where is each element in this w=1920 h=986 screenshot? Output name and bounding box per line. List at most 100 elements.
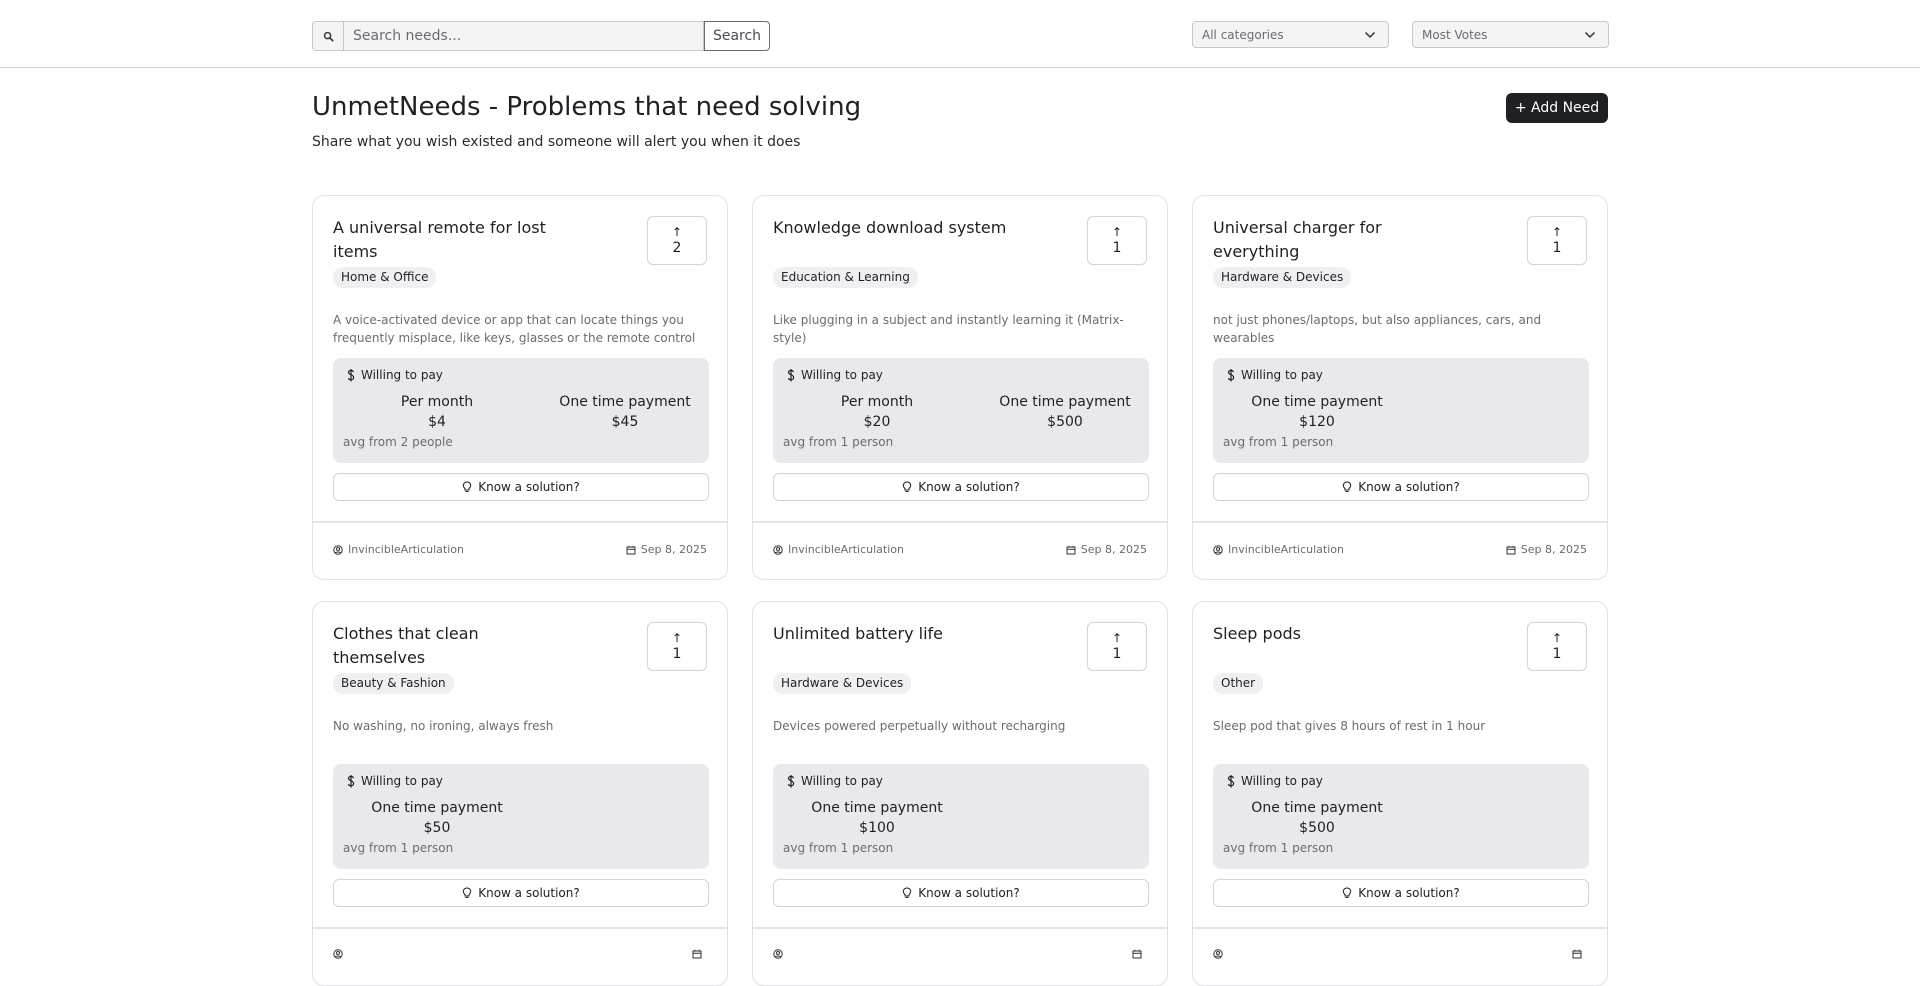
willing-to-pay-label: Willing to pay [361, 368, 443, 382]
arrow-up-icon: ↑ [671, 224, 683, 239]
card-author [1213, 949, 1228, 959]
know-solution-button[interactable]: Know a solution? [333, 473, 709, 501]
needs-grid: A universal remote for lost items ↑ 2 Ho… [312, 195, 1608, 986]
vote-count: 2 [672, 239, 682, 256]
upvote-button[interactable]: ↑ 1 [1527, 622, 1587, 671]
payment-amount: $500 [1299, 820, 1335, 836]
search-button[interactable]: Search [704, 21, 770, 51]
payment-amount: $100 [859, 820, 895, 836]
calendar-icon [626, 545, 636, 555]
payment-average: avg from 1 person [1223, 841, 1334, 855]
add-need-button[interactable]: + Add Need [1506, 93, 1608, 123]
card-divider [1193, 927, 1607, 929]
payment-option: One time payment $500 [971, 392, 1159, 433]
calendar-icon [1066, 545, 1076, 555]
payment-option: Per month $20 [783, 392, 971, 433]
card-author: InvincibleArticulation [773, 543, 904, 556]
card-divider [313, 927, 727, 929]
need-card: Knowledge download system ↑ 1 Education … [752, 195, 1168, 580]
upvote-button[interactable]: ↑ 1 [647, 622, 707, 671]
willing-to-pay-panel: Willing to pay One time payment $100 avg … [773, 764, 1149, 869]
need-title[interactable]: Clothes that clean themselves [333, 622, 573, 670]
calendar-icon [1506, 545, 1516, 555]
lightbulb-icon [902, 481, 912, 493]
card-date [1572, 949, 1587, 959]
need-card: Unlimited battery life ↑ 1 Hardware & De… [752, 601, 1168, 986]
need-title[interactable]: Sleep pods [1213, 622, 1453, 646]
know-solution-button[interactable]: Know a solution? [1213, 879, 1589, 907]
vote-count: 1 [1552, 239, 1562, 256]
need-card: Sleep pods ↑ 1 Other Sleep pod that give… [1192, 601, 1608, 986]
search-bar: Search [312, 21, 770, 51]
willing-to-pay-label: Willing to pay [1241, 774, 1323, 788]
vote-count: 1 [1112, 645, 1122, 662]
category-badge: Hardware & Devices [1213, 267, 1352, 288]
need-title[interactable]: Unlimited battery life [773, 622, 1013, 646]
know-solution-label: Know a solution? [918, 886, 1020, 900]
card-divider [753, 521, 1167, 523]
know-solution-label: Know a solution? [478, 886, 580, 900]
payment-options: One time payment $120 [1223, 392, 1411, 433]
dollar-icon [347, 368, 355, 382]
user-icon [333, 949, 343, 959]
lightbulb-icon [462, 887, 472, 899]
sort-select[interactable]: Most Votes [1412, 21, 1609, 48]
search-input[interactable] [343, 21, 704, 51]
category-select[interactable]: All categories [1192, 21, 1389, 48]
calendar-icon [1572, 949, 1582, 959]
dollar-icon [1227, 368, 1235, 382]
arrow-up-icon: ↑ [1551, 630, 1563, 645]
upvote-button[interactable]: ↑ 1 [1527, 216, 1587, 265]
payment-options: One time payment $500 [1223, 798, 1411, 839]
payment-type: One time payment [559, 394, 691, 410]
calendar-icon [1132, 949, 1142, 959]
category-select-value: All categories [1202, 27, 1284, 42]
payment-option: One time payment $120 [1223, 392, 1411, 433]
dollar-icon [787, 368, 795, 382]
card-author [333, 949, 348, 959]
payment-average: avg from 1 person [783, 841, 894, 855]
need-card: Universal charger for everything ↑ 1 Har… [1192, 195, 1608, 580]
payment-amount: $500 [1047, 414, 1083, 430]
author-name: InvincibleArticulation [788, 543, 904, 556]
user-icon [1213, 949, 1223, 959]
sort-select-value: Most Votes [1422, 27, 1488, 42]
page-subtitle: Share what you wish existed and someone … [312, 134, 801, 150]
need-title[interactable]: A universal remote for lost items [333, 216, 573, 264]
payment-options: One time payment $50 [343, 798, 531, 839]
card-date: Sep 8, 2025 [626, 543, 707, 556]
category-badge: Beauty & Fashion [333, 673, 454, 694]
arrow-up-icon: ↑ [671, 630, 683, 645]
category-badge: Education & Learning [773, 267, 918, 288]
willing-to-pay-panel: Willing to pay Per month $4 One time payme… [333, 358, 709, 463]
payment-type: One time payment [1251, 800, 1383, 816]
payment-option: One time payment $500 [1223, 798, 1411, 839]
need-card: Clothes that clean themselves ↑ 1 Beauty… [312, 601, 728, 986]
arrow-up-icon: ↑ [1551, 224, 1563, 239]
payment-type: One time payment [811, 800, 943, 816]
payment-average: avg from 1 person [783, 435, 894, 449]
dollar-icon [347, 774, 355, 788]
top-bar: Search All categories Most Votes [0, 0, 1920, 68]
user-icon [773, 544, 783, 555]
upvote-button[interactable]: ↑ 2 [647, 216, 707, 265]
know-solution-label: Know a solution? [478, 480, 580, 494]
card-divider [313, 521, 727, 523]
date-text: Sep 8, 2025 [1520, 543, 1587, 556]
know-solution-button[interactable]: Know a solution? [1213, 473, 1589, 501]
need-title[interactable]: Universal charger for everything [1213, 216, 1453, 264]
upvote-button[interactable]: ↑ 1 [1087, 622, 1147, 671]
willing-to-pay-label: Willing to pay [361, 774, 443, 788]
vote-count: 1 [1552, 645, 1562, 662]
upvote-button[interactable]: ↑ 1 [1087, 216, 1147, 265]
willing-to-pay-panel: Willing to pay One time payment $500 avg … [1213, 764, 1589, 869]
payment-average: avg from 2 people [343, 435, 453, 449]
know-solution-button[interactable]: Know a solution? [773, 473, 1149, 501]
know-solution-button[interactable]: Know a solution? [773, 879, 1149, 907]
know-solution-button[interactable]: Know a solution? [333, 879, 709, 907]
payment-options: Per month $20 One time payment $500 [783, 392, 1159, 433]
card-divider [1193, 521, 1607, 523]
payment-option: One time payment $45 [531, 392, 719, 433]
payment-type: One time payment [371, 800, 503, 816]
need-title[interactable]: Knowledge download system [773, 216, 1013, 240]
